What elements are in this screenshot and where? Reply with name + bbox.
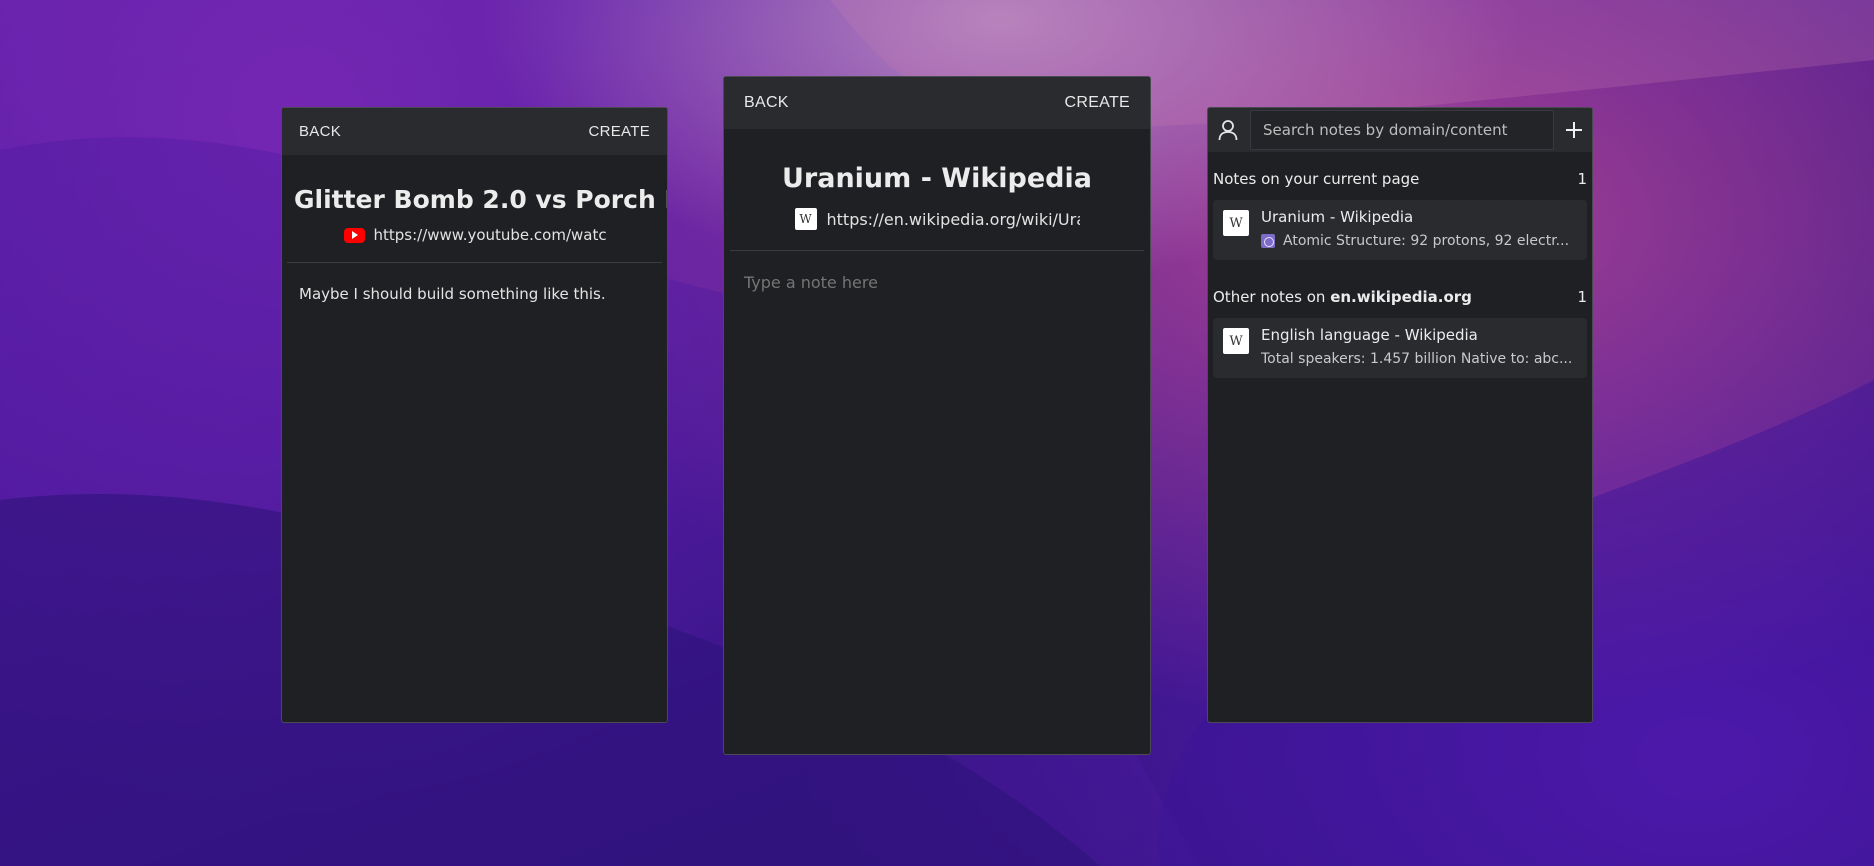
section-heading: Other notes on en.wikipedia.org (1213, 288, 1472, 306)
current-page-section-header: Notes on your current page 1 (1208, 170, 1592, 188)
page-url-row: https://www.youtube.com/watch?v (282, 226, 667, 244)
section-heading: Notes on your current page (1213, 170, 1420, 188)
wikipedia-icon: W (794, 208, 817, 230)
search-input[interactable] (1250, 110, 1554, 150)
note-card-snippet: Total speakers: 1.457 billion Native to:… (1261, 351, 1573, 367)
note-card[interactable]: W English language - Wikipedia Total spe… (1213, 318, 1587, 378)
page-url[interactable]: https://en.wikipedia.org/wiki/Uranium (827, 210, 1080, 229)
page-url-row: W https://en.wikipedia.org/wiki/Uranium (724, 208, 1150, 230)
wikipedia-icon: W (1223, 210, 1249, 236)
wikipedia-icon: W (1223, 328, 1249, 354)
note-card-snippet-row: Atomic Structure: 92 protons, 92 electr.… (1261, 233, 1569, 249)
back-button[interactable]: BACK (744, 94, 789, 112)
page-title: Glitter Bomb 2.0 vs Porch Pira (294, 185, 667, 214)
section-heading-prefix: Other notes on (1213, 288, 1331, 306)
notes-list-panel: Notes on your current page 1 W Uranium -… (1207, 107, 1593, 723)
note-editor-panel-youtube: BACK CREATE Glitter Bomb 2.0 vs Porch Pi… (281, 107, 668, 723)
editor-topbar: BACK CREATE (282, 108, 667, 155)
create-button[interactable]: CREATE (588, 123, 650, 140)
note-card-title: Uranium - Wikipedia (1261, 208, 1414, 226)
note-card-title: English language - Wikipedia (1261, 326, 1478, 344)
page-title: Uranium - Wikipedia (782, 163, 1092, 194)
note-card-snippet: Atomic Structure: 92 protons, 92 electr.… (1283, 233, 1570, 249)
editor-topbar: BACK CREATE (724, 77, 1150, 129)
note-count: 1 (1577, 288, 1587, 306)
note-textarea[interactable] (724, 251, 1150, 691)
atom-icon (1261, 234, 1275, 248)
youtube-icon (343, 227, 365, 243)
note-card[interactable]: W Uranium - Wikipedia Atomic Structure: … (1213, 200, 1587, 260)
search-bar (1208, 108, 1592, 152)
other-notes-section-header: Other notes on en.wikipedia.org 1 (1208, 288, 1592, 306)
back-button[interactable]: BACK (299, 123, 341, 140)
note-card-body: Uranium - Wikipedia Atomic Structure: 92… (1261, 208, 1569, 252)
note-editor-panel-wikipedia: BACK CREATE Uranium - Wikipedia W https:… (723, 76, 1151, 755)
create-button[interactable]: CREATE (1064, 94, 1130, 112)
plus-icon[interactable] (1564, 120, 1584, 140)
note-content[interactable]: Maybe I should build something like this… (282, 263, 667, 325)
note-count: 1 (1577, 170, 1587, 188)
note-card-body: English language - Wikipedia Total speak… (1261, 326, 1572, 370)
user-icon[interactable] (1218, 119, 1238, 141)
page-url[interactable]: https://www.youtube.com/watch?v (374, 226, 606, 244)
section-heading-domain: en.wikipedia.org (1330, 288, 1472, 306)
